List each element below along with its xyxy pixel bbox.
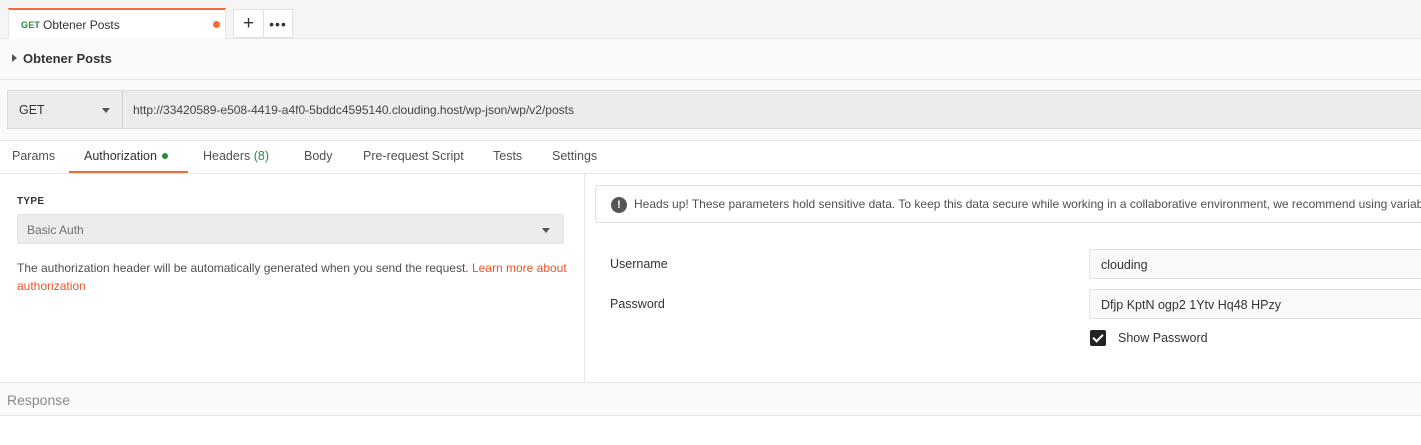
auth-type-label: TYPE xyxy=(17,196,45,207)
tab-tests[interactable]: Tests xyxy=(493,149,522,163)
auth-params-panel: ! Heads up! These parameters hold sensit… xyxy=(585,174,1421,382)
tab-headers[interactable]: Headers (8) xyxy=(203,149,269,163)
alert-text: Heads up! These parameters hold sensitiv… xyxy=(634,197,1421,211)
auth-description-text: The authorization header will be automat… xyxy=(17,261,472,275)
new-tab-button[interactable]: + xyxy=(233,9,263,38)
url-value: http://33420589-e508-4419-a4f0-5bddc4595… xyxy=(133,103,574,117)
url-input[interactable]: http://33420589-e508-4419-a4f0-5bddc4595… xyxy=(123,90,1421,129)
active-auth-dot-icon xyxy=(161,152,168,159)
password-label: Password xyxy=(610,297,665,311)
username-label: Username xyxy=(610,257,668,271)
auth-description: The authorization header will be automat… xyxy=(17,259,567,295)
password-value: Dfjp KptN ogp2 1Ytv Hq48 HPzy xyxy=(1101,298,1281,312)
plus-icon: + xyxy=(242,12,255,34)
caret-right-icon[interactable] xyxy=(12,54,17,62)
url-bar: GET http://33420589-e508-4419-a4f0-5bddc… xyxy=(0,80,1421,141)
tab-strip: GET Obtener Posts + ••• xyxy=(0,0,1421,39)
method-value: GET xyxy=(19,103,45,117)
tab-authorization-label: Authorization xyxy=(84,149,157,163)
tab-name-label: Obtener Posts xyxy=(43,18,120,32)
tab-pre-request-script[interactable]: Pre-request Script xyxy=(363,149,464,163)
request-breadcrumb: Obtener Posts xyxy=(0,39,1421,80)
chevron-down-icon xyxy=(542,228,550,233)
exclamation-icon: ! xyxy=(611,197,627,213)
unsaved-changes-dot-icon xyxy=(213,21,220,28)
more-tabs-button[interactable]: ••• xyxy=(263,9,293,38)
auth-type-select[interactable]: Basic Auth xyxy=(17,214,564,244)
ellipsis-icon: ••• xyxy=(269,15,287,32)
active-tab-indicator xyxy=(69,171,188,173)
password-field[interactable]: Dfjp KptN ogp2 1Ytv Hq48 HPzy xyxy=(1089,289,1421,319)
username-value: clouding xyxy=(1101,258,1148,272)
response-panel-header: Response xyxy=(0,382,1421,416)
tab-body[interactable]: Body xyxy=(304,149,333,163)
show-password-checkbox[interactable] xyxy=(1090,330,1106,346)
headers-count-badge: (8) xyxy=(253,149,270,163)
request-tab-obtener-posts[interactable]: GET Obtener Posts xyxy=(8,8,226,39)
request-title[interactable]: Obtener Posts xyxy=(23,51,112,66)
auth-type-panel: TYPE Basic Auth The authorization header… xyxy=(0,174,585,382)
tab-method-label: GET xyxy=(21,20,41,30)
show-password-label[interactable]: Show Password xyxy=(1118,331,1208,345)
response-label: Response xyxy=(7,392,71,408)
method-select[interactable]: GET xyxy=(7,90,123,129)
tab-authorization[interactable]: Authorization xyxy=(84,149,168,163)
tab-settings[interactable]: Settings xyxy=(552,149,597,163)
auth-type-value: Basic Auth xyxy=(27,223,84,237)
tab-headers-label: Headers xyxy=(203,149,251,163)
chevron-down-icon xyxy=(102,108,110,113)
request-tabs: Params Authorization Headers (8) Body Pr… xyxy=(0,141,1421,174)
sensitive-data-alert: ! Heads up! These parameters hold sensit… xyxy=(595,185,1421,223)
username-field[interactable]: clouding xyxy=(1089,249,1421,279)
tab-params[interactable]: Params xyxy=(12,149,55,163)
